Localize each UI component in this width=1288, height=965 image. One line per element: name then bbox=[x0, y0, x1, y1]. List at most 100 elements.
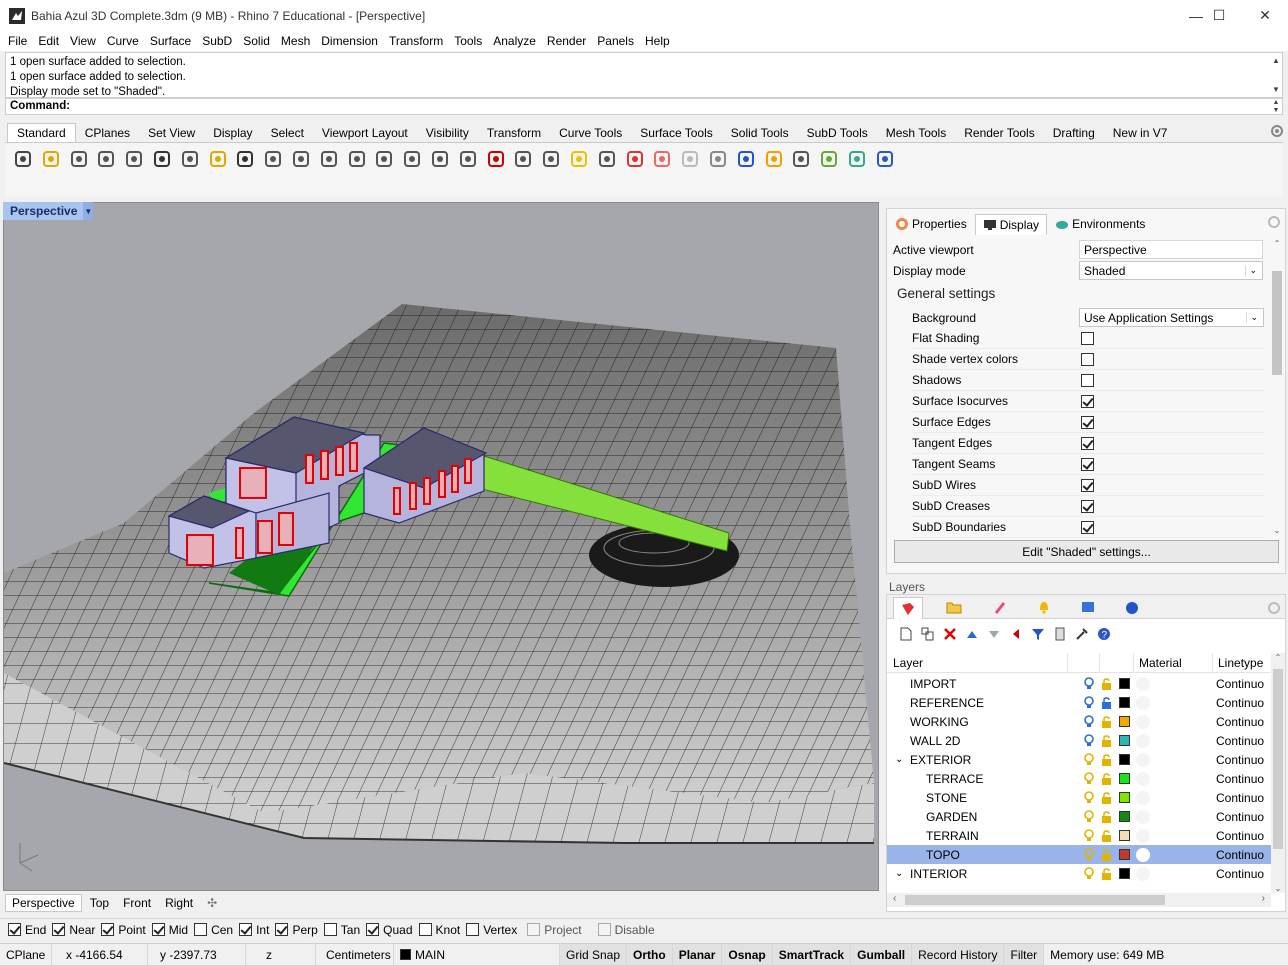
layer-row[interactable]: TERRAIN Continuo bbox=[887, 826, 1271, 845]
menu-item-transform[interactable]: Transform bbox=[389, 34, 443, 48]
layer-color-swatch[interactable] bbox=[1119, 811, 1130, 822]
command-spin[interactable]: ▲ ▼ bbox=[1270, 99, 1282, 114]
menu-item-subd[interactable]: SubD bbox=[202, 34, 232, 48]
smarttrack-toggle[interactable]: SmartTrack bbox=[772, 944, 852, 965]
layer-row[interactable]: GARDEN Continuo bbox=[887, 807, 1271, 826]
lock-icon[interactable] bbox=[595, 147, 619, 171]
chevron-down-icon[interactable]: ⌄ bbox=[895, 754, 903, 765]
layers-tab-icon[interactable] bbox=[893, 597, 923, 619]
grid-icon[interactable] bbox=[539, 147, 563, 171]
four-viewports-icon[interactable] bbox=[456, 147, 480, 171]
menu-item-dimension[interactable]: Dimension bbox=[321, 34, 378, 48]
tab-display[interactable]: Display bbox=[204, 124, 261, 142]
help-icon[interactable]: ? bbox=[1093, 627, 1115, 641]
lock-icon[interactable] bbox=[1101, 753, 1113, 766]
perspective-viewport[interactable] bbox=[3, 202, 879, 891]
checkbox[interactable] bbox=[466, 923, 480, 936]
checkbox[interactable] bbox=[239, 923, 253, 936]
osnap-toggle[interactable]: Osnap bbox=[722, 944, 773, 965]
setting-checkbox[interactable] bbox=[1081, 520, 1094, 534]
setting-checkbox[interactable] bbox=[1081, 415, 1094, 429]
named-views-icon[interactable] bbox=[1073, 597, 1103, 617]
export-icon[interactable] bbox=[122, 147, 146, 171]
lock-icon[interactable] bbox=[1101, 734, 1113, 747]
gear-icon[interactable] bbox=[1267, 215, 1281, 229]
lightbulb-icon[interactable] bbox=[1084, 677, 1094, 690]
cut-icon[interactable] bbox=[150, 147, 174, 171]
tab-standard[interactable]: Standard bbox=[7, 123, 76, 142]
material-swatch[interactable] bbox=[1136, 733, 1150, 748]
layer-row[interactable]: ⌄ EXTERIOR Continuo bbox=[887, 750, 1271, 769]
tab-properties[interactable]: Properties bbox=[887, 213, 975, 235]
gear-icon[interactable] bbox=[789, 147, 813, 171]
new-layer-icon[interactable] bbox=[895, 627, 917, 641]
brush-icon[interactable] bbox=[985, 597, 1015, 617]
material-swatch[interactable] bbox=[1136, 809, 1150, 824]
lock-icon[interactable] bbox=[1101, 715, 1113, 728]
viewport-tab-right[interactable]: Right bbox=[159, 895, 199, 911]
viewport-tab-top[interactable]: Top bbox=[84, 895, 115, 911]
layer-linetype[interactable]: Continuo bbox=[1216, 772, 1264, 786]
linetype-column-header[interactable]: Linetype bbox=[1218, 656, 1263, 670]
shaded-sphere-icon[interactable] bbox=[706, 147, 730, 171]
layer-row[interactable]: REFERENCE Continuo bbox=[887, 693, 1271, 712]
menu-item-curve[interactable]: Curve bbox=[107, 34, 139, 48]
layer-linetype[interactable]: Continuo bbox=[1216, 829, 1264, 843]
osnap-mid[interactable]: Mid bbox=[151, 923, 188, 937]
material-swatch[interactable] bbox=[1136, 847, 1150, 862]
new-icon[interactable] bbox=[11, 147, 35, 171]
tab-curve-tools[interactable]: Curve Tools bbox=[550, 124, 631, 142]
layer-row[interactable]: WALL 2D Continuo bbox=[887, 731, 1271, 750]
layer-row[interactable]: STONE Continuo bbox=[887, 788, 1271, 807]
checkbox[interactable] bbox=[151, 923, 165, 936]
move-left-icon[interactable] bbox=[1005, 627, 1027, 641]
osnap-disable[interactable]: Disable bbox=[597, 923, 655, 937]
layer-linetype[interactable]: Continuo bbox=[1216, 753, 1264, 767]
menu-item-help[interactable]: Help bbox=[645, 34, 670, 48]
osnap-cen[interactable]: Cen bbox=[194, 923, 233, 937]
lock-icon[interactable] bbox=[1101, 848, 1113, 861]
lock-icon[interactable] bbox=[1101, 696, 1113, 709]
copy-icon[interactable] bbox=[178, 147, 202, 171]
viewport-tab-perspective[interactable]: Perspective bbox=[5, 894, 82, 912]
material-swatch[interactable] bbox=[1136, 828, 1150, 843]
zoom-icon[interactable] bbox=[317, 147, 341, 171]
layer-color-swatch[interactable] bbox=[1119, 678, 1130, 689]
current-layer[interactable]: MAIN bbox=[394, 944, 560, 965]
tab-transform[interactable]: Transform bbox=[478, 124, 550, 142]
lightbulb-icon[interactable] bbox=[1084, 734, 1094, 747]
layer-color-swatch[interactable] bbox=[1119, 868, 1130, 879]
document-icon[interactable] bbox=[1049, 627, 1071, 641]
menu-item-panels[interactable]: Panels bbox=[597, 34, 634, 48]
checkbox[interactable] bbox=[275, 923, 289, 936]
lightbulb-icon[interactable] bbox=[1084, 867, 1094, 880]
tab-surface-tools[interactable]: Surface Tools bbox=[631, 124, 722, 142]
viewport-scene[interactable] bbox=[4, 203, 879, 891]
lock-icon[interactable] bbox=[1101, 829, 1113, 842]
layer-row[interactable]: ⌄ INTERIOR Continuo bbox=[887, 864, 1271, 883]
checkbox[interactable] bbox=[52, 923, 66, 936]
filter-toggle[interactable]: Filter bbox=[1004, 944, 1045, 965]
menu-item-file[interactable]: File bbox=[8, 34, 27, 48]
setting-checkbox[interactable] bbox=[1081, 436, 1094, 450]
lock-icon[interactable] bbox=[1101, 772, 1113, 785]
setting-checkbox[interactable] bbox=[1081, 331, 1094, 345]
layer-color-swatch[interactable] bbox=[1119, 830, 1130, 841]
checkbox[interactable] bbox=[194, 923, 208, 936]
tab-set-view[interactable]: Set View bbox=[139, 124, 204, 142]
material-column-header[interactable]: Material bbox=[1139, 656, 1182, 670]
osnap-end[interactable]: End bbox=[8, 923, 46, 937]
tab-cplanes[interactable]: CPlanes bbox=[76, 124, 139, 142]
layer-color-swatch[interactable] bbox=[1119, 716, 1130, 727]
zoom-extents-icon[interactable] bbox=[372, 147, 396, 171]
bell-icon[interactable] bbox=[1029, 597, 1059, 617]
tab-subd-tools[interactable]: SubD Tools bbox=[798, 124, 877, 142]
layer-row[interactable]: IMPORT Continuo bbox=[887, 674, 1271, 693]
gear-icon[interactable] bbox=[1267, 601, 1281, 615]
menu-item-analyze[interactable]: Analyze bbox=[493, 34, 536, 48]
menu-item-solid[interactable]: Solid bbox=[243, 34, 270, 48]
tools-icon[interactable] bbox=[1071, 627, 1093, 641]
layer-color-swatch[interactable] bbox=[1119, 735, 1130, 746]
cplane-label[interactable]: CPlane bbox=[0, 944, 52, 965]
tab-visibility[interactable]: Visibility bbox=[417, 124, 478, 142]
